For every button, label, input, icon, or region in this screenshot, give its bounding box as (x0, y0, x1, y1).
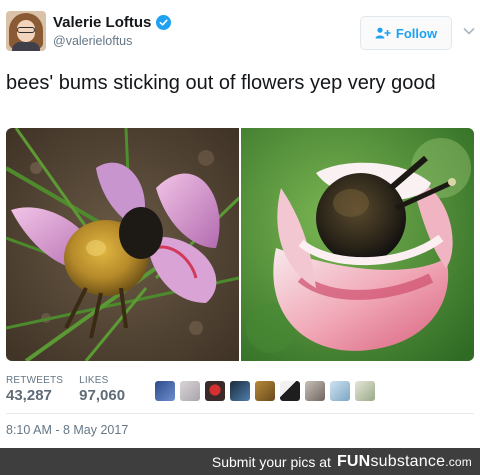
tweet-media (6, 128, 474, 361)
tweet-timestamp[interactable]: 8:10 AM - 8 May 2017 (6, 423, 128, 437)
author-display-name[interactable]: Valerie Loftus (53, 14, 151, 31)
retweets-stat[interactable]: RETWEETS 43,287 (6, 375, 63, 404)
bee-in-pink-white-flower-photo[interactable] (241, 128, 474, 361)
liker-avatar[interactable] (155, 381, 175, 401)
bee-in-purple-crocus-photo[interactable] (6, 128, 239, 361)
tweet-text: bees' bums sticking out of flowers yep v… (6, 72, 436, 94)
footer-submit-text: Submit your pics at (211, 453, 331, 470)
liker-avatar[interactable] (230, 381, 250, 401)
retweets-count: 43,287 (6, 387, 52, 404)
likes-stat[interactable]: LIKES 97,060 (79, 375, 125, 404)
likes-count: 97,060 (79, 387, 126, 404)
engagement-stats: RETWEETS 43,287 LIKES 97,060 (6, 375, 141, 404)
tweet-card: Valerie Loftus @valerieloftus Follow bee… (0, 0, 480, 448)
follow-button-label: Follow (395, 25, 438, 41)
author-name-row: Valerie Loftus (53, 12, 172, 32)
liker-avatar[interactable] (355, 381, 375, 401)
brand-tld: .com (445, 454, 472, 469)
chevron-down-icon[interactable] (463, 27, 475, 35)
liker-avatar[interactable] (255, 381, 275, 401)
liker-avatar[interactable] (330, 381, 350, 401)
author-handle[interactable]: @valerieloftus (53, 34, 132, 48)
retweets-label: RETWEETS (6, 375, 64, 386)
add-user-icon (375, 27, 391, 39)
follow-button[interactable]: Follow (360, 16, 452, 50)
liker-avatar[interactable] (180, 381, 200, 401)
liker-avatar[interactable] (305, 381, 325, 401)
watermark-footer: Submit your pics at FUNsubstance.com (0, 448, 480, 475)
funsubstance-logo[interactable]: FUNsubstance.com (337, 453, 472, 471)
divider (6, 413, 474, 414)
liker-avatar[interactable] (280, 381, 300, 401)
avatar[interactable] (6, 11, 46, 51)
liker-avatars (155, 381, 380, 401)
brand-fun: FUN (336, 452, 371, 470)
verified-badge-icon (156, 14, 172, 30)
liker-avatar[interactable] (205, 381, 225, 401)
brand-substance: substance (370, 452, 446, 470)
likes-label: LIKES (79, 375, 109, 386)
